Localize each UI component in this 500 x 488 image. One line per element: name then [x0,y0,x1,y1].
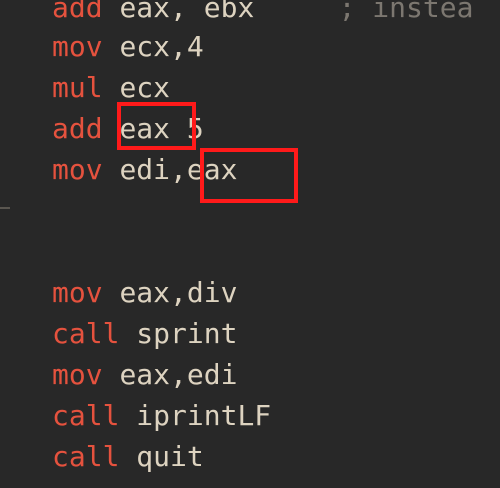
keyword-mul: mul [52,71,103,104]
operands: ecx [119,71,171,104]
operands: eax, ebx [119,0,255,24]
operands: eax,edi [119,358,238,391]
keyword-add: add [52,112,103,145]
keyword-call: call [52,399,120,432]
keyword-call: call [52,317,120,350]
code-line-1[interactable]: add eax, ebx ; instea [52,0,473,27]
highlight-box-eax-mov [200,148,298,203]
code-line-10[interactable]: call quit [52,438,204,476]
code-comment: ; instea [338,0,474,24]
keyword-mov: mov [52,30,103,63]
code-editor[interactable]: add eax, ebx ; instea mov ecx,4 mul ecx … [0,0,500,488]
operands: iprintLF [136,399,272,432]
operands: eax,div [119,276,238,309]
keyword-call: call [52,440,120,473]
keyword-mov: mov [52,358,103,391]
operands: ecx,4 [119,30,204,63]
highlight-box-eax-add [117,102,196,150]
operands: sprint [136,317,238,350]
code-line-8[interactable]: mov eax,edi [52,356,237,394]
code-line-6[interactable]: mov eax,div [52,274,237,312]
operands: quit [136,440,204,473]
keyword-mov: mov [52,276,103,309]
keyword-mov: mov [52,153,103,186]
keyword-add: add [52,0,103,24]
code-line-9[interactable]: call iprintLF [52,397,271,435]
code-line-2[interactable]: mov ecx,4 [52,28,204,66]
gutter-marker [0,207,10,209]
code-line-7[interactable]: call sprint [52,315,237,353]
